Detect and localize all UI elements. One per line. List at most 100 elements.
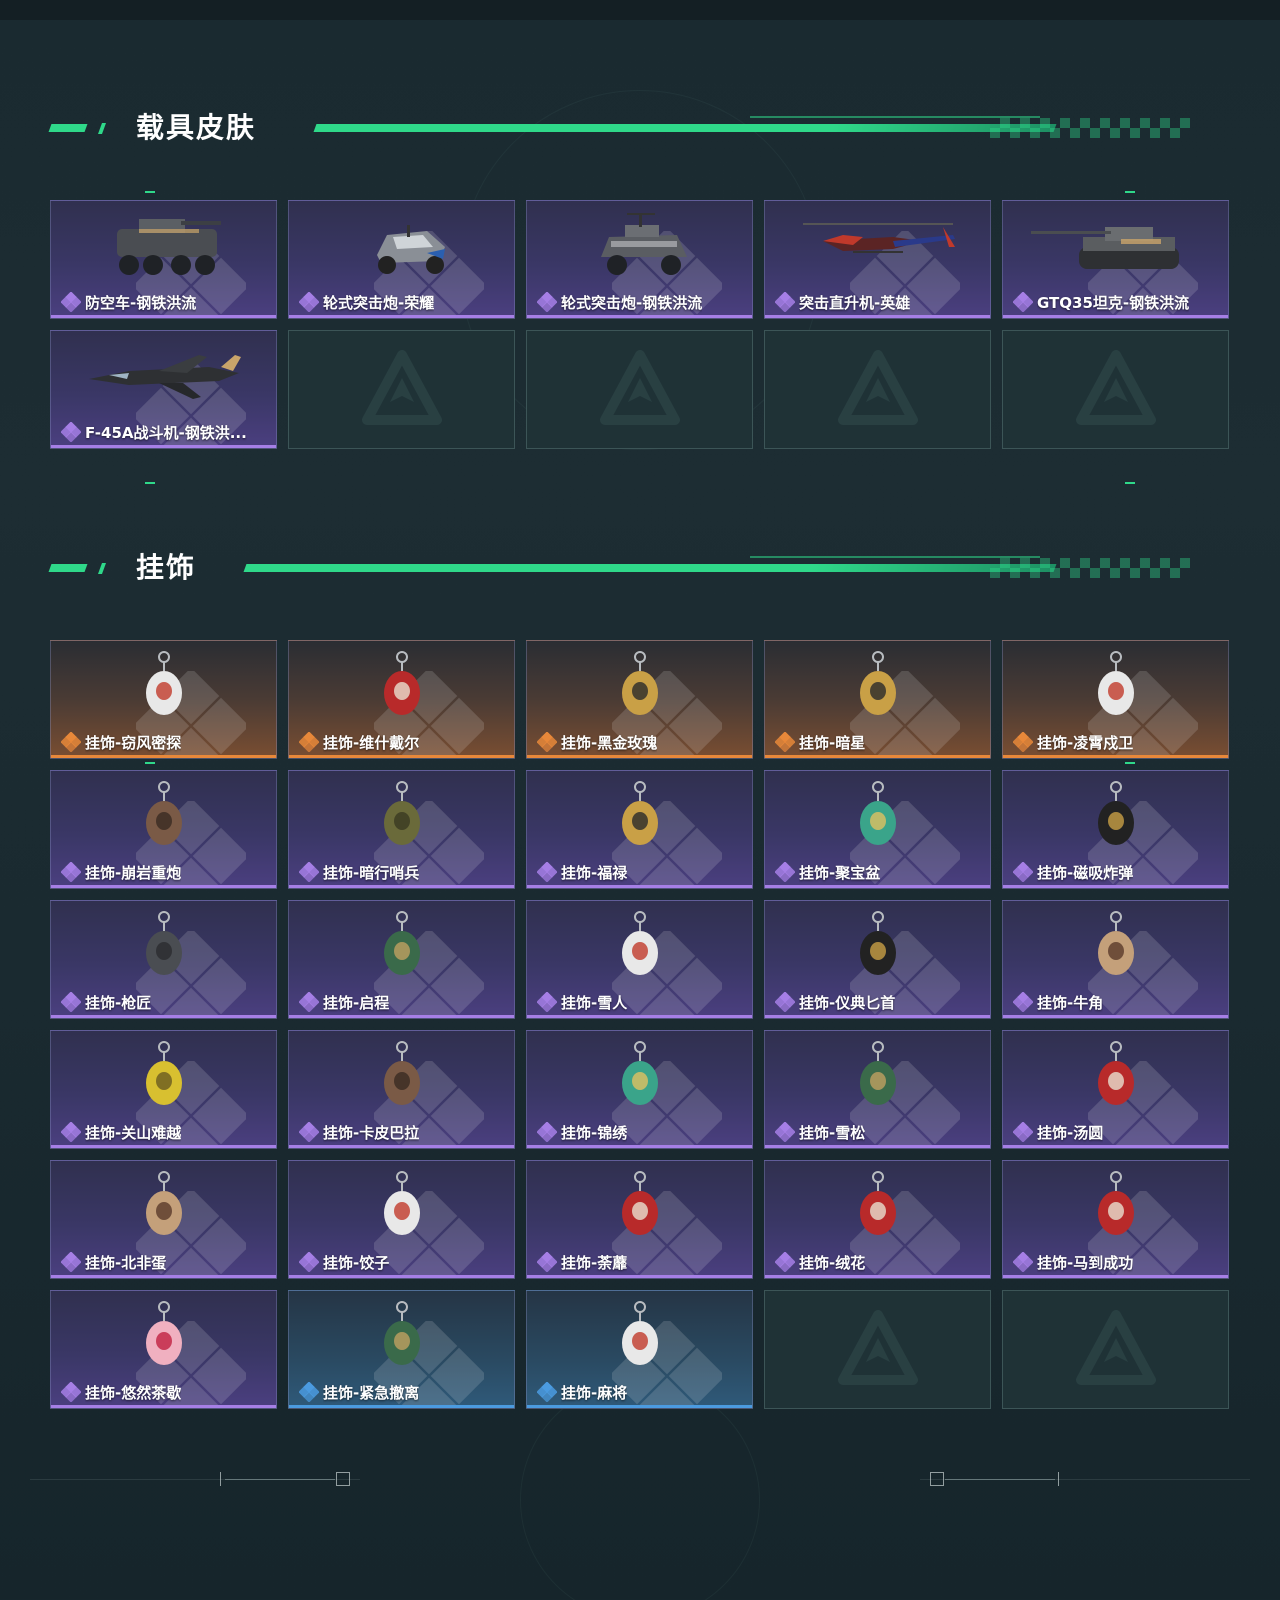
charm-card[interactable]: 挂饰-悠然茶歇: [50, 1290, 277, 1409]
section-header: 载具皮肤: [48, 110, 1200, 150]
charm-card[interactable]: 挂饰-饺子: [288, 1160, 515, 1279]
helicopter-icon: [802, 223, 955, 253]
charm-icon: [145, 781, 182, 845]
rarity-diamond-icon: [537, 1382, 557, 1402]
item-name: 挂饰-荼蘼: [561, 1253, 628, 1272]
charm-icon: [1097, 651, 1134, 715]
section-title: 载具皮肤: [136, 111, 257, 144]
header-checker-pattern: [990, 558, 1190, 578]
charm-icon: [621, 1041, 658, 1105]
empty-slot: [1002, 330, 1229, 449]
empty-slot: [288, 330, 515, 449]
rarity-bar: [1003, 1275, 1228, 1278]
rarity-diamond-icon: [61, 1252, 81, 1272]
rarity-bar: [1003, 315, 1228, 318]
rarity-bar: [289, 1275, 514, 1278]
vehicle-skin-card[interactable]: 轮式突击炮-荣耀: [288, 200, 515, 319]
vehicle-skin-card[interactable]: 防空车-钢铁洪流: [50, 200, 277, 319]
rarity-diamond-icon: [537, 862, 557, 882]
charm-card[interactable]: 挂饰-仪典匕首: [764, 900, 991, 1019]
rarity-bar: [527, 315, 752, 318]
item-name: 挂饰-马到成功: [1037, 1253, 1134, 1272]
item-label: 挂饰-雪松: [775, 1122, 865, 1142]
charm-card[interactable]: 挂饰-荼蘼: [526, 1160, 753, 1279]
rarity-bar: [51, 1405, 276, 1408]
placeholder-logo-icon: [599, 349, 680, 425]
rarity-bar: [51, 885, 276, 888]
item-name: F-45A战斗机-钢铁洪...: [85, 423, 247, 442]
corner-tick: [1125, 762, 1135, 764]
header-checker-pattern: [990, 118, 1190, 138]
charm-card[interactable]: 挂饰-福禄: [526, 770, 753, 889]
charm-card[interactable]: 挂饰-启程: [288, 900, 515, 1019]
item-name: 挂饰-关山难越: [85, 1123, 182, 1142]
vehicle-skin-card[interactable]: GTQ35坦克-钢铁洪流: [1002, 200, 1229, 319]
rarity-bar: [1003, 1015, 1228, 1018]
charm-card[interactable]: 挂饰-紧急撤离: [288, 1290, 515, 1409]
charm-card[interactable]: 挂饰-聚宝盆: [764, 770, 991, 889]
header-accent-mark: [48, 564, 88, 572]
vehicle-skin-card[interactable]: 突击直升机-英雄: [764, 200, 991, 319]
charm-card[interactable]: 挂饰-雪松: [764, 1030, 991, 1149]
item-name: 轮式突击炮-钢铁洪流: [561, 293, 703, 312]
charm-icon: [383, 651, 420, 715]
rarity-bar: [1003, 885, 1228, 888]
rarity-diamond-icon: [299, 732, 319, 752]
header-accent-mark: [97, 123, 107, 134]
charm-card[interactable]: 挂饰-锦绣: [526, 1030, 753, 1149]
rarity-diamond-icon: [537, 992, 557, 1012]
charm-card[interactable]: 挂饰-枪匠: [50, 900, 277, 1019]
rarity-diamond-icon: [61, 732, 81, 752]
vehicle-skin-card[interactable]: 轮式突击炮-钢铁洪流: [526, 200, 753, 319]
item-label: 挂饰-启程: [299, 992, 389, 1012]
charm-icon: [145, 911, 182, 975]
charm-card[interactable]: 挂饰-暗行哨兵: [288, 770, 515, 889]
charm-card[interactable]: 挂饰-崩岩重炮: [50, 770, 277, 889]
placeholder-logo-icon: [837, 1309, 918, 1385]
item-label: 挂饰-崩岩重炮: [61, 862, 181, 882]
charm-card[interactable]: 挂饰-黑金玫瑰: [526, 640, 753, 759]
item-name: 轮式突击炮-荣耀: [323, 293, 435, 312]
charm-card[interactable]: 挂饰-马到成功: [1002, 1160, 1229, 1279]
rarity-bar: [765, 315, 990, 318]
item-label: 突击直升机-英雄: [775, 292, 910, 312]
rarity-bar: [51, 755, 276, 758]
vehicle-skin-card[interactable]: F-45A战斗机-钢铁洪...: [50, 330, 277, 449]
rarity-bar: [289, 885, 514, 888]
corner-tick: [1125, 482, 1135, 484]
charm-card[interactable]: 挂饰-汤圆: [1002, 1030, 1229, 1149]
charm-card[interactable]: 挂饰-牛角: [1002, 900, 1229, 1019]
charm-card[interactable]: 挂饰-卡皮巴拉: [288, 1030, 515, 1149]
charm-card[interactable]: 挂饰-维什戴尔: [288, 640, 515, 759]
armored-car-icon: [600, 213, 687, 275]
rarity-diamond-icon: [1013, 732, 1033, 752]
charm-card[interactable]: 挂饰-雪人: [526, 900, 753, 1019]
charm-card[interactable]: 挂饰-北非蛋: [50, 1160, 277, 1279]
item-name: 挂饰-磁吸炸弹: [1037, 863, 1134, 882]
charm-card[interactable]: 挂饰-磁吸炸弹: [1002, 770, 1229, 889]
rarity-diamond-icon: [537, 1122, 557, 1142]
empty-slot: [526, 330, 753, 449]
rarity-diamond-icon: [61, 292, 81, 312]
charm-card[interactable]: 挂饰-绒花: [764, 1160, 991, 1279]
charm-card[interactable]: 挂饰-窃风密探: [50, 640, 277, 759]
footer-square: [336, 1472, 350, 1486]
item-name: 挂饰-暗行哨兵: [323, 863, 420, 882]
item-name: 挂饰-凌霄戍卫: [1037, 733, 1134, 752]
item-label: 挂饰-北非蛋: [61, 1252, 166, 1272]
charm-card[interactable]: 挂饰-麻将: [526, 1290, 753, 1409]
charm-card[interactable]: 挂饰-凌霄戍卫: [1002, 640, 1229, 759]
charm-card[interactable]: 挂饰-暗星: [764, 640, 991, 759]
rarity-bar: [765, 1275, 990, 1278]
item-label: 挂饰-汤圆: [1013, 1122, 1103, 1142]
jet-icon: [88, 355, 241, 399]
charm-icon: [383, 781, 420, 845]
item-label: 挂饰-马到成功: [1013, 1252, 1133, 1272]
charm-card[interactable]: 挂饰-关山难越: [50, 1030, 277, 1149]
item-label: 挂饰-黑金玫瑰: [537, 732, 657, 752]
rarity-diamond-icon: [299, 992, 319, 1012]
rarity-diamond-icon: [537, 732, 557, 752]
header-accent-line: [243, 564, 1057, 572]
charm-icon: [145, 1301, 182, 1365]
rarity-diamond-icon: [775, 1122, 795, 1142]
